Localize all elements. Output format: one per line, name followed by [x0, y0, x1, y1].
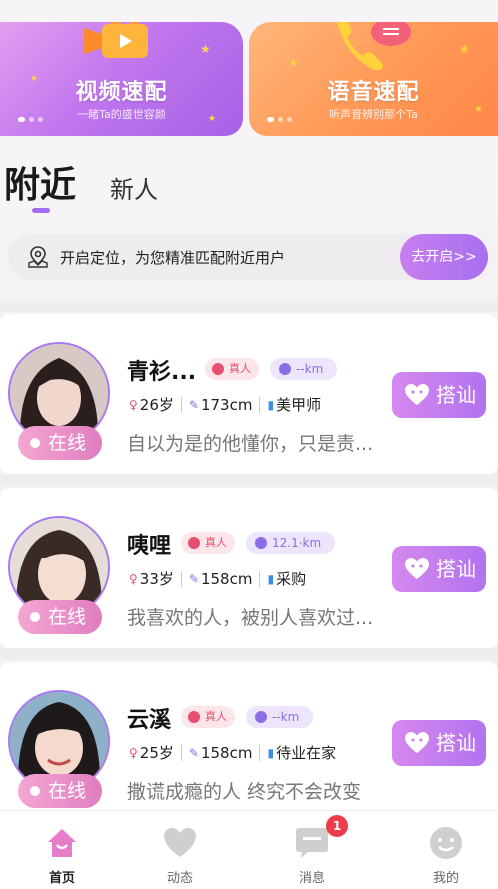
job-icon: ▮: [267, 571, 275, 586]
voice-match-banner[interactable]: ★ ★ ★ 语音速配 听声音辨别那个Ta: [249, 22, 498, 136]
profile-face-icon: [430, 827, 462, 859]
voice-match-title: 语音速配: [327, 80, 420, 105]
enable-location-button[interactable]: 去开启>>: [400, 234, 488, 280]
user-meta: ♀ 26岁 ✎ 173cm ▮ 美甲师: [129, 394, 321, 415]
heart-icon: [405, 384, 429, 405]
heart-icon: [405, 558, 429, 579]
verified-badge: 真人: [181, 706, 235, 728]
nav-messages[interactable]: 1 消息: [250, 811, 374, 889]
ruler-icon: ✎: [188, 745, 199, 760]
job-icon: ▮: [267, 745, 275, 760]
user-signature: 撒谎成瘾的人 终究不会改变: [127, 781, 362, 803]
chat-up-button[interactable]: 搭讪: [392, 546, 486, 592]
chat-up-label: 搭讪: [436, 557, 476, 581]
chat-up-button[interactable]: 搭讪: [392, 372, 486, 418]
user-name: 青衫...: [127, 360, 197, 385]
verified-badge: 真人: [181, 532, 235, 554]
user-height: 158cm: [200, 569, 253, 588]
female-icon: ♀: [129, 745, 138, 760]
ruler-icon: ✎: [188, 397, 199, 412]
video-camera-icon: [84, 22, 148, 58]
user-name: 咦哩: [127, 534, 172, 559]
heart-icon: [405, 732, 429, 753]
carousel-dots: [267, 117, 292, 122]
chat-up-button[interactable]: 搭讪: [392, 720, 486, 766]
user-meta: ♀ 33岁 ✎ 158cm ▮ 采购: [129, 568, 306, 589]
chat-up-label: 搭讪: [436, 731, 476, 755]
divider: [0, 648, 498, 660]
tab-nearby[interactable]: 附近: [4, 156, 76, 208]
heart-icon: [164, 828, 196, 857]
user-age: 33岁: [139, 570, 174, 588]
job-icon: ▮: [267, 397, 275, 412]
chat-up-label: 搭讪: [436, 383, 476, 407]
distance-badge: 12.1·km: [246, 532, 336, 554]
distance-badge: --km: [246, 706, 314, 728]
user-age: 26岁: [139, 396, 174, 414]
verified-badge: 真人: [205, 358, 259, 380]
female-icon: ♀: [129, 397, 138, 412]
message-icon: [296, 828, 328, 858]
tab-indicator: [32, 208, 50, 213]
user-card[interactable]: 在线 青衫... 真人 --km ♀ 26岁 ✎ 173cm ▮ 美甲师 自以为是的他…: [0, 314, 498, 474]
divider: [0, 474, 498, 486]
user-job: 待业在家: [276, 744, 337, 762]
location-pin-icon: [28, 246, 48, 268]
video-match-banner[interactable]: ★ ★ ★ 视频速配 一睹Ta的盛世容颜: [0, 22, 243, 136]
online-status: 在线: [18, 600, 102, 634]
nav-mine-label: 我的: [432, 871, 459, 886]
user-card[interactable]: 在线 咦哩 真人 12.1·km ♀ 33岁 ✎ 158cm ▮ 采购 我喜欢的人，被…: [0, 488, 498, 648]
user-height: 158cm: [200, 743, 253, 762]
message-count-badge: 1: [326, 815, 348, 837]
nav-moments-label: 动态: [166, 871, 193, 886]
user-job: 美甲师: [276, 396, 322, 414]
tab-new[interactable]: 新人: [110, 170, 158, 205]
user-card[interactable]: 在线 云溪 真人 --km ♀ 25岁 ✎ 158cm ▮ 待业在家 撒谎成瘾的人 终…: [0, 662, 498, 822]
user-signature: 自以为是的他懂你，只是责...: [127, 433, 374, 455]
distance-badge: --km: [270, 358, 338, 380]
nav-messages-label: 消息: [298, 871, 325, 886]
user-name: 云溪: [127, 708, 172, 733]
user-meta: ♀ 25岁 ✎ 158cm ▮ 待业在家: [129, 742, 336, 763]
location-bar: 开启定位，为您精准匹配附近用户 去开启>>: [8, 234, 488, 280]
ruler-icon: ✎: [188, 571, 199, 586]
user-job: 采购: [276, 570, 307, 588]
nav-moments[interactable]: 动态: [118, 811, 242, 889]
phone-icon: [337, 22, 411, 71]
nav-home[interactable]: 首页: [0, 811, 124, 889]
user-signature: 我喜欢的人，被别人喜欢过...: [127, 607, 374, 629]
home-icon: [48, 829, 76, 857]
bottom-nav: 首页 动态 1 消息 我的: [0, 810, 498, 889]
tab-bar: 附近 新人: [0, 150, 498, 220]
online-status: 在线: [18, 426, 102, 460]
location-prompt: 开启定位，为您精准匹配附近用户: [60, 249, 286, 267]
banner-row: ★ ★ ★ 视频速配 一睹Ta的盛世容颜 ★ ★ ★ 语音速配 听声音辨别那个T…: [0, 0, 498, 140]
video-match-title: 视频速配: [75, 80, 168, 105]
user-age: 25岁: [139, 744, 174, 762]
online-status: 在线: [18, 774, 102, 808]
nav-mine[interactable]: 我的: [384, 811, 498, 889]
female-icon: ♀: [129, 571, 138, 586]
divider: [0, 300, 498, 312]
carousel-dots: [18, 117, 43, 122]
nav-home-label: 首页: [48, 871, 75, 886]
user-height: 173cm: [200, 395, 253, 414]
